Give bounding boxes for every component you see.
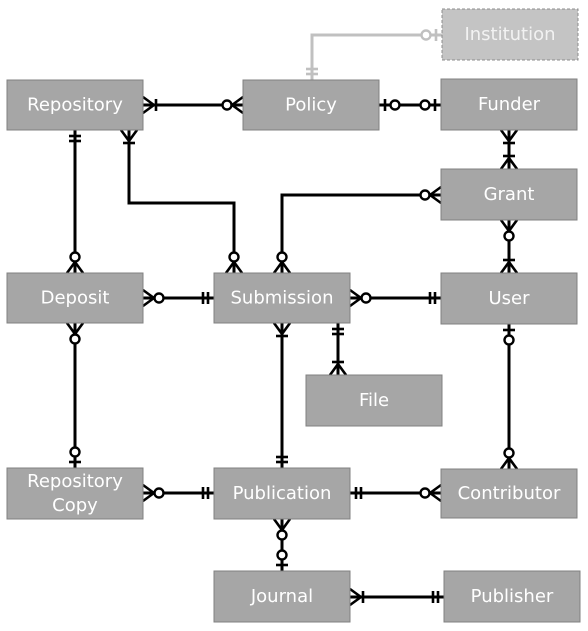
cardinality-zero-or-many-icon <box>272 518 292 541</box>
entity-publisher[interactable]: Publisher <box>443 570 581 623</box>
entity-institution[interactable]: Institution <box>441 8 579 61</box>
entity-publication[interactable]: Publication <box>213 467 351 520</box>
entity-journal[interactable]: Journal <box>213 570 351 623</box>
cardinality-zero-or-many-icon <box>142 288 165 308</box>
cardinality-zero-or-many-icon <box>419 185 442 205</box>
entity-repository-copy[interactable]: Repository Copy <box>6 467 144 520</box>
entity-submission[interactable]: Submission <box>213 272 351 324</box>
entity-label: Contributor <box>458 483 561 504</box>
cardinality-zero-or-many-icon <box>272 251 292 274</box>
entity-label: Repository <box>27 471 123 492</box>
entities: Institution Repository Policy Funder Grant De… <box>6 8 581 623</box>
entity-funder[interactable]: Funder <box>440 78 578 131</box>
entity-label: Grant <box>484 184 535 205</box>
entity-label: Publication <box>233 483 332 504</box>
entity-file[interactable]: File <box>305 374 443 427</box>
entity-label: Publisher <box>471 586 554 607</box>
entity-label: Journal <box>250 586 313 607</box>
cardinality-zero-or-many-icon <box>224 251 244 274</box>
cardinality-zero-or-many-icon <box>499 447 519 470</box>
entity-label: Funder <box>478 94 541 115</box>
relationship-policy-institution[interactable] <box>310 33 442 80</box>
entity-deposit[interactable]: Deposit <box>6 272 144 324</box>
entity-label: File <box>359 390 389 411</box>
er-diagram: Institution Repository Policy Funder Grant De… <box>6 8 581 623</box>
cardinality-zero-or-many-icon <box>349 288 372 308</box>
entity-repository[interactable]: Repository <box>6 79 144 131</box>
entity-contributor[interactable]: Contributor <box>440 468 578 519</box>
entity-label: Policy <box>285 95 337 116</box>
cardinality-zero-or-many-icon <box>65 322 85 345</box>
entity-label: User <box>488 288 530 309</box>
relationship-grant-submission[interactable] <box>280 193 441 273</box>
cardinality-zero-or-many-icon <box>221 95 244 115</box>
cardinality-zero-or-many-icon <box>499 219 519 242</box>
relationship-repository-submission[interactable] <box>127 130 236 273</box>
entity-grant[interactable]: Grant <box>440 168 578 221</box>
entity-label: Repository <box>27 95 123 116</box>
cardinality-zero-or-many-icon <box>142 483 165 503</box>
entity-policy[interactable]: Policy <box>242 79 380 131</box>
entity-label: Deposit <box>41 288 110 309</box>
entity-label: Submission <box>231 288 334 309</box>
cardinality-zero-or-many-icon <box>419 483 442 503</box>
cardinality-zero-or-many-icon <box>65 251 85 274</box>
entity-user[interactable]: User <box>440 272 578 325</box>
entity-label: Institution <box>464 24 555 45</box>
entity-label: Copy <box>52 495 98 516</box>
